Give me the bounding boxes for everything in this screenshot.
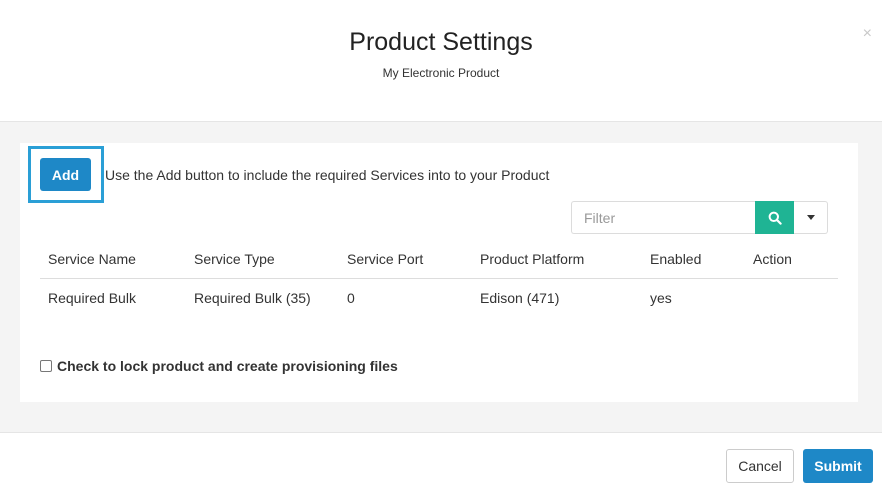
- lock-product-row: Check to lock product and create provisi…: [40, 358, 398, 374]
- add-hint-text: Use the Add button to include the requir…: [105, 167, 550, 183]
- table-cell: yes: [650, 290, 672, 306]
- cancel-button[interactable]: Cancel: [726, 449, 794, 483]
- add-button[interactable]: Add: [40, 158, 91, 191]
- submit-button[interactable]: Submit: [803, 449, 873, 483]
- lock-product-label[interactable]: Check to lock product and create provisi…: [57, 358, 398, 374]
- table-cell: Required Bulk (35): [194, 290, 311, 306]
- table-cell: Required Bulk: [48, 290, 136, 306]
- filter-dropdown-button[interactable]: [794, 201, 828, 234]
- lock-product-checkbox[interactable]: [40, 360, 52, 372]
- services-panel: Add Use the Add button to include the re…: [20, 143, 858, 402]
- table-cell: 0: [347, 290, 355, 306]
- table-row: Required Bulk Required Bulk (35) 0 Ediso…: [40, 279, 838, 317]
- column-header: Action: [753, 250, 792, 267]
- column-header: Service Type: [194, 250, 275, 267]
- close-icon[interactable]: ×: [863, 26, 872, 42]
- table-cell: Edison (471): [480, 290, 560, 306]
- filter-input[interactable]: [571, 201, 755, 234]
- column-header: Product Platform: [480, 250, 585, 267]
- modal-header: Product Settings My Electronic Product ×: [0, 0, 882, 122]
- filter-group: [571, 201, 828, 234]
- modal-body: Add Use the Add button to include the re…: [0, 122, 882, 433]
- column-header: Enabled: [650, 250, 702, 267]
- product-name-subtitle: My Electronic Product: [382, 66, 500, 80]
- column-header: Service Port: [347, 250, 424, 267]
- services-table: Service Name Service Type Service Port P…: [40, 239, 838, 317]
- caret-down-icon: [806, 215, 815, 220]
- page-title: Product Settings: [349, 28, 533, 56]
- table-header: Service Name Service Type Service Port P…: [40, 239, 838, 279]
- column-header: Service Name: [48, 250, 136, 267]
- search-icon: [768, 211, 782, 225]
- search-button[interactable]: [755, 201, 794, 234]
